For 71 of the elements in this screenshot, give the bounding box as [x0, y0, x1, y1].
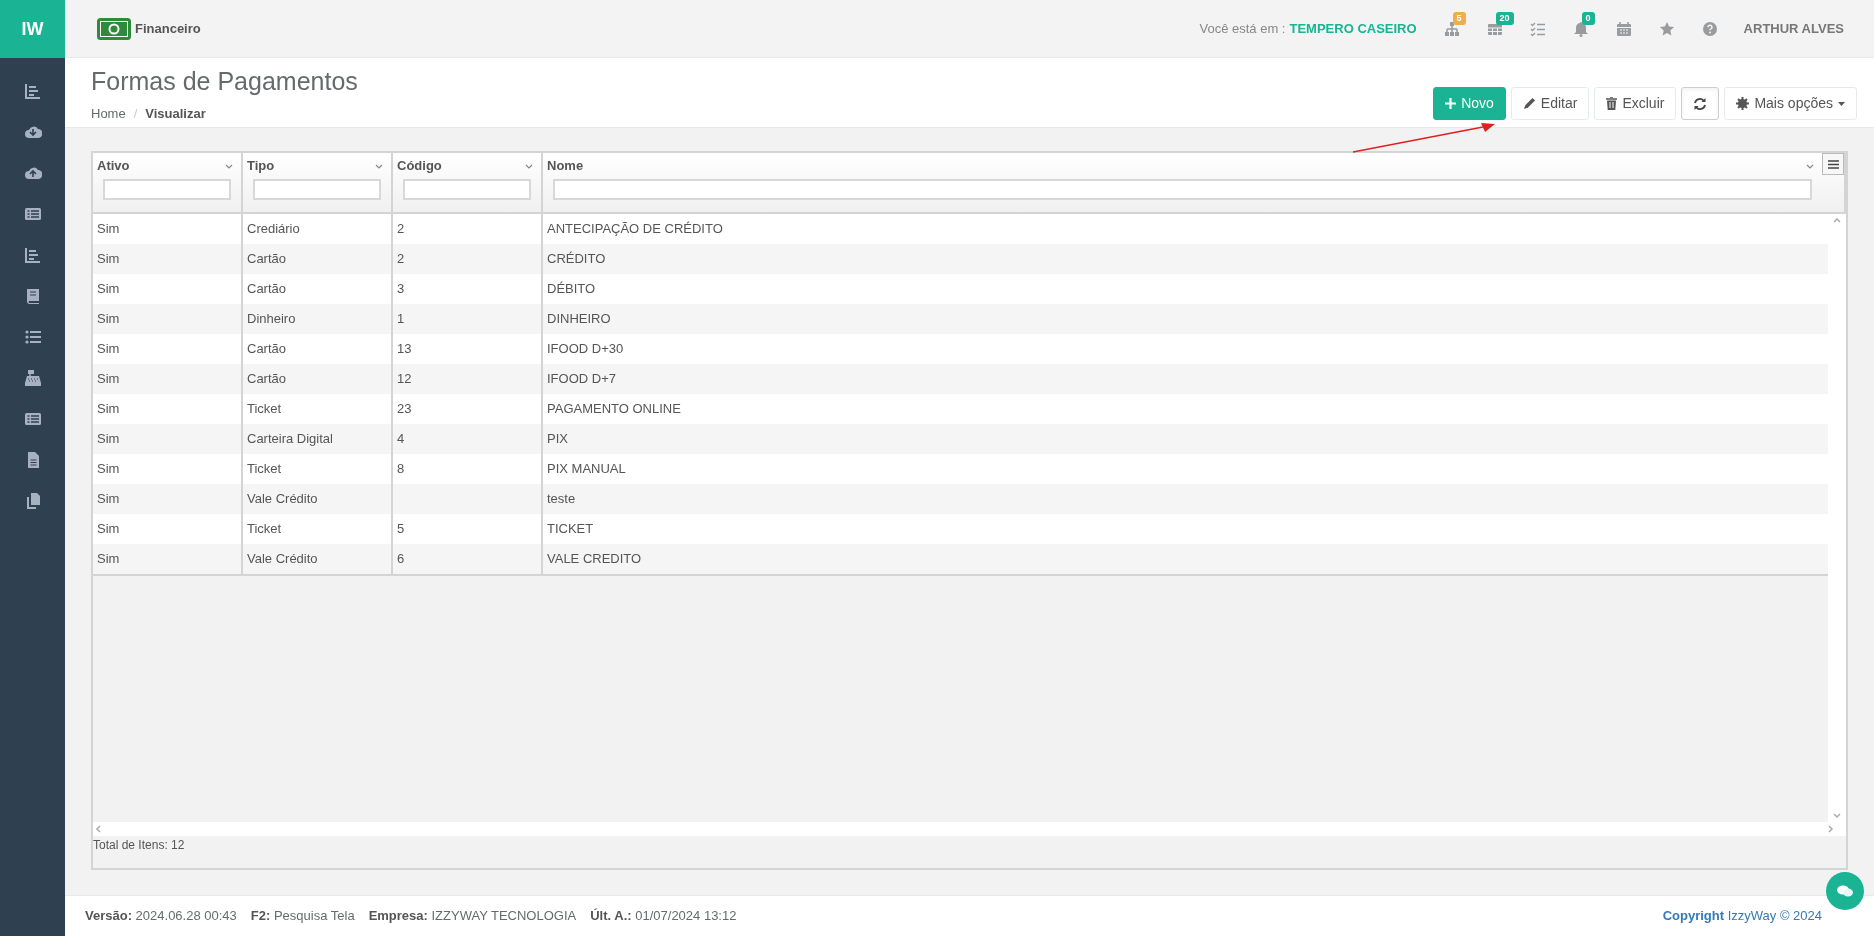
- page-title: Formas de Pagamentos: [91, 66, 358, 96]
- chevron-down-icon[interactable]: [225, 163, 233, 169]
- column-header[interactable]: Tipo: [247, 156, 275, 176]
- footer-info: Últ. A.: 01/07/2024 13:12: [590, 907, 737, 926]
- plus-icon: [1445, 98, 1457, 109]
- footer-info: F2: Pesquisa Tela: [250, 907, 355, 926]
- star-icon[interactable]: [1659, 20, 1676, 37]
- gear-icon: [1736, 97, 1750, 110]
- scroll-right-icon[interactable]: [1828, 825, 1834, 833]
- location-label: Você está em :: [1199, 19, 1286, 38]
- filter-field[interactable]: [403, 179, 531, 200]
- table-cell-text: PIX MANUAL: [546, 460, 627, 479]
- notification-badge: 20: [1495, 11, 1514, 25]
- column-header[interactable]: Código: [397, 156, 442, 176]
- table-cell: Vale Crédito: [243, 544, 393, 574]
- sitemap-icon[interactable]: [1444, 20, 1461, 37]
- column-header[interactable]: Ativo: [97, 156, 130, 176]
- breadcrumb-link[interactable]: Visualizar: [145, 104, 206, 124]
- column-header[interactable]: Nome: [547, 156, 584, 176]
- table-cell-text: IFOOD D+7: [546, 370, 617, 389]
- chevron-down-icon[interactable]: [1806, 163, 1814, 169]
- table-cell-text: DINHEIRO: [546, 310, 612, 329]
- user-name[interactable]: ARTHUR ALVES: [1743, 18, 1844, 39]
- notification-badge: 5: [1452, 11, 1466, 25]
- menu-icon: [1827, 159, 1839, 169]
- table-cell-text: CRÉDITO: [546, 250, 607, 269]
- chevron-down-icon[interactable]: [375, 163, 383, 169]
- table-cell-text: IFOOD D+30: [546, 340, 625, 359]
- table-cell: 6: [393, 544, 543, 574]
- filter-field[interactable]: [103, 179, 231, 200]
- chart-icon[interactable]: [23, 245, 42, 264]
- column-menu-button[interactable]: [1822, 153, 1844, 175]
- table-cell-text: PAGAMENTO ONLINE: [546, 400, 682, 419]
- cash-register-icon[interactable]: [23, 368, 42, 387]
- pencil-icon: [1522, 97, 1536, 110]
- trash-icon: [1606, 97, 1618, 110]
- copyright-text: Copyright IzzyWay © 2024: [1662, 907, 1822, 926]
- footer-info: Empresa: IZZYWAY TECNOLOGIA: [368, 907, 577, 926]
- table-cell-text: teste: [546, 490, 577, 509]
- breadcrumb-separator: /: [133, 105, 138, 123]
- chevron-down-icon[interactable]: [525, 163, 533, 169]
- total-items: Total de Itens: 12: [93, 837, 186, 854]
- table-cell: Sim: [93, 544, 243, 574]
- table-cell-text: DÉBITO: [546, 280, 597, 299]
- scroll-left-icon[interactable]: [95, 825, 101, 833]
- table-cell-text: ANTECIPAÇÃO DE CRÉDITO: [546, 220, 724, 239]
- caret-icon: [1838, 101, 1845, 106]
- filter-field[interactable]: [553, 179, 1812, 200]
- chat-bubbles-icon: [1836, 884, 1854, 898]
- notification-badge: 0: [1581, 11, 1595, 25]
- checklist-icon[interactable]: [1530, 20, 1547, 37]
- bell-icon[interactable]: [1573, 20, 1590, 37]
- help-icon[interactable]: [1702, 20, 1719, 37]
- calendar-icon[interactable]: [1616, 20, 1633, 37]
- chat-button[interactable]: [1826, 872, 1864, 910]
- scroll-down-icon[interactable]: [1833, 813, 1841, 819]
- banknote-icon: [97, 17, 131, 40]
- table-cell-text: VALE CREDITO: [546, 550, 643, 569]
- table-cell-text: TICKET: [546, 520, 595, 539]
- table-cell-text: PIX: [546, 430, 569, 449]
- chart-icon[interactable]: [23, 81, 42, 100]
- more-options-button[interactable]: Mais opções: [1724, 87, 1857, 120]
- scroll-up-icon[interactable]: [1833, 217, 1841, 223]
- breadcrumb-link[interactable]: Home: [91, 104, 126, 124]
- delete-button[interactable]: Excluir: [1594, 87, 1677, 120]
- edit-button[interactable]: Editar: [1510, 87, 1590, 120]
- refresh-button[interactable]: [1681, 87, 1720, 120]
- refresh-icon: [1693, 96, 1708, 111]
- module-title[interactable]: Financeiro: [135, 18, 201, 39]
- footer-info: Versão: 2024.06.28 00:43: [85, 907, 237, 926]
- filter-field[interactable]: [253, 179, 381, 200]
